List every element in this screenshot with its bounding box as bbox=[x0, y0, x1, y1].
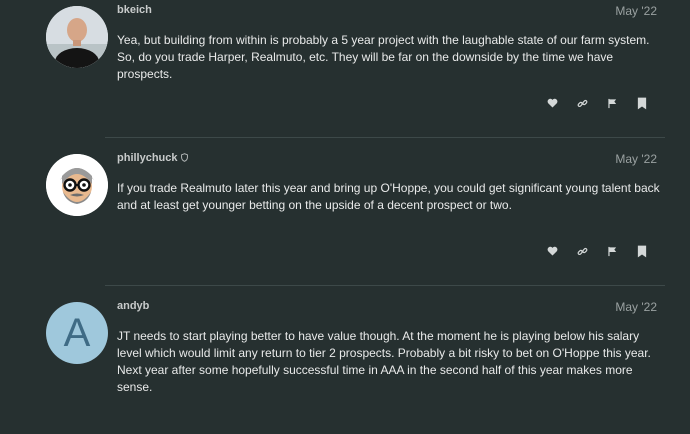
flag-button[interactable] bbox=[603, 94, 621, 112]
shield-icon bbox=[180, 153, 188, 165]
bookmark-button[interactable] bbox=[633, 94, 651, 112]
avatar-phillychuck[interactable] bbox=[46, 154, 108, 216]
flag-button[interactable] bbox=[603, 242, 621, 260]
post-phillychuck: phillychuck May '22 If you trade Realmut… bbox=[0, 138, 690, 286]
avatar-cartoon bbox=[46, 154, 108, 216]
copy-link-button[interactable] bbox=[573, 242, 591, 260]
bookmark-button[interactable] bbox=[633, 242, 651, 260]
post-body: Yea, but building from within is probabl… bbox=[117, 33, 650, 81]
post-bkeich: bkeich May '22 Yea, but building from wi… bbox=[0, 0, 690, 138]
post-date[interactable]: May '22 bbox=[615, 4, 657, 18]
post-actions bbox=[0, 94, 690, 114]
post-actions bbox=[0, 242, 690, 262]
username[interactable]: bkeich bbox=[117, 4, 152, 16]
bookmark-icon bbox=[637, 245, 647, 257]
link-icon bbox=[577, 247, 587, 255]
post-body: JT needs to start playing better to have… bbox=[117, 329, 651, 394]
like-button[interactable] bbox=[543, 242, 561, 260]
post-body: If you trade Realmuto later this year an… bbox=[117, 181, 660, 212]
flag-icon bbox=[607, 98, 616, 108]
bookmark-icon bbox=[637, 97, 647, 109]
username[interactable]: phillychuck bbox=[117, 152, 188, 165]
like-button[interactable] bbox=[543, 94, 561, 112]
avatar-letter: A bbox=[63, 310, 91, 355]
avatar-photo bbox=[46, 6, 108, 68]
username[interactable]: andyb bbox=[117, 300, 149, 312]
avatar-andyb[interactable]: A bbox=[46, 302, 108, 364]
post-date[interactable]: May '22 bbox=[615, 152, 657, 166]
heart-icon bbox=[547, 246, 557, 256]
flag-icon bbox=[607, 246, 616, 256]
heart-icon bbox=[547, 98, 557, 108]
copy-link-button[interactable] bbox=[573, 94, 591, 112]
post-date[interactable]: May '22 bbox=[615, 300, 657, 314]
avatar-bkeich[interactable] bbox=[46, 6, 108, 68]
link-icon bbox=[577, 99, 587, 107]
